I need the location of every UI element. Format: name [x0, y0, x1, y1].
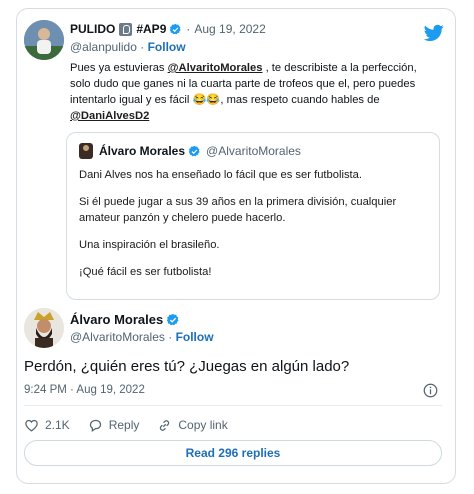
parent-display-name[interactable]: PULIDO — [70, 22, 115, 36]
quoted-avatar — [79, 143, 93, 159]
copy-link-label: Copy link — [178, 418, 228, 432]
verified-icon — [170, 23, 181, 34]
main-handle-row: @AlvaritoMorales · Follow — [70, 330, 214, 344]
quoted-author-row: Álvaro Morales @AlvaritoMorales — [79, 143, 301, 159]
main-timestamp[interactable]: 9:24 PM · Aug 19, 2022 — [24, 384, 145, 396]
tweet-actions: 2.1K Reply Copy link — [24, 416, 246, 434]
parent-date[interactable]: Aug 19, 2022 — [194, 22, 265, 36]
verified-icon — [188, 145, 200, 156]
parent-dot: · — [140, 40, 145, 54]
mention-alvaritomorales[interactable]: @AlvaritoMorales — [168, 62, 263, 74]
like-count: 2.1K — [45, 418, 70, 432]
quoted-tweet[interactable]: Álvaro Morales @AlvaritoMorales Dani Alv… — [66, 132, 440, 300]
info-icon[interactable] — [423, 383, 438, 398]
main-author-name-row: Álvaro Morales — [70, 312, 180, 327]
reply-button[interactable]: Reply — [88, 418, 140, 433]
pulido-avatar[interactable] — [24, 20, 64, 60]
divider — [24, 405, 442, 406]
parent-handle-row: @alanpulido · Follow — [70, 40, 186, 54]
parent-separator: · — [186, 22, 191, 36]
copy-link-button[interactable]: Copy link — [157, 418, 228, 433]
quoted-paragraph: Una inspiración el brasileño. — [79, 239, 220, 251]
quoted-tweet-text: Dani Alves nos ha enseñado lo fácil que … — [79, 167, 431, 291]
heart-icon — [25, 419, 38, 432]
parent-handle[interactable]: @alanpulido — [70, 40, 137, 54]
parent-author-row: PULIDO #AP9 · Aug 19, 2022 — [70, 22, 266, 36]
main-follow-button[interactable]: Follow — [176, 330, 214, 344]
main-dot: · — [168, 330, 173, 344]
parent-text-part1: Pues ya estuvieras — [70, 62, 168, 74]
quoted-paragraph: Dani Alves nos ha enseñado lo fácil que … — [79, 169, 362, 181]
broadcast-badge-icon — [119, 22, 133, 36]
mention-danialvesd2[interactable]: @DaniAlvesD2 — [70, 110, 149, 122]
main-display-name[interactable]: Álvaro Morales — [70, 312, 163, 327]
like-button[interactable]: 2.1K — [24, 418, 70, 433]
parent-follow-button[interactable]: Follow — [148, 40, 186, 54]
link-icon — [160, 419, 170, 431]
verified-icon — [167, 313, 179, 325]
quoted-display-name: Álvaro Morales — [99, 144, 186, 158]
parent-tag: #AP9 — [136, 22, 167, 36]
main-tweet-text: Perdón, ¿quién eres tú? ¿Juegas en algún… — [24, 358, 350, 375]
read-replies-button[interactable]: Read 296 replies — [24, 440, 442, 466]
reply-icon — [89, 419, 101, 432]
twitter-bird-icon[interactable] — [424, 24, 444, 42]
quoted-paragraph: ¡Qué fácil es ser futbolista! — [79, 266, 212, 278]
main-handle[interactable]: @AlvaritoMorales — [70, 330, 165, 344]
quoted-handle: @AlvaritoMorales — [206, 144, 301, 158]
quoted-paragraph: Si él puede jugar a sus 39 años en la pr… — [79, 196, 397, 224]
reply-label: Reply — [108, 418, 140, 432]
parent-tweet-text: Pues ya estuvieras @AlvaritoMorales , te… — [70, 60, 440, 124]
alvaro-morales-avatar[interactable] — [24, 308, 64, 348]
